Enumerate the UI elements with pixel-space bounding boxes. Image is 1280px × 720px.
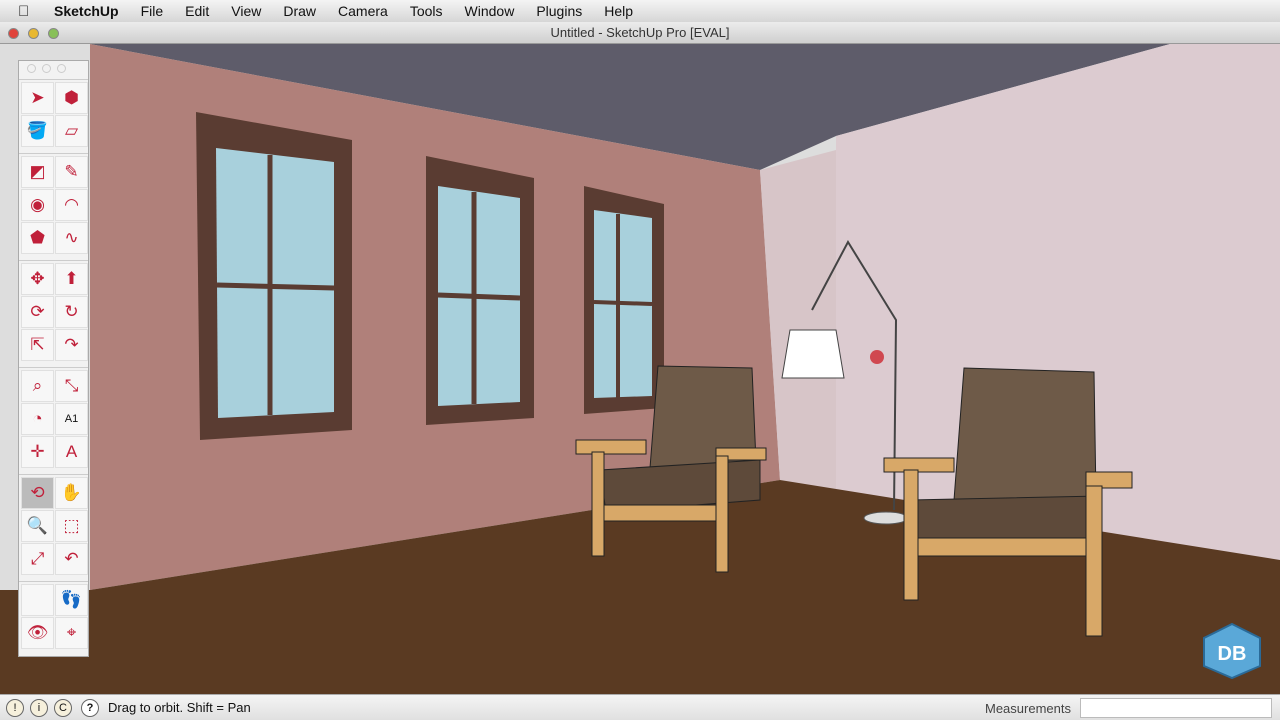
move-icon[interactable]: ✥ (21, 263, 54, 295)
measurements-label: Measurements (985, 701, 1071, 716)
orbit-cursor-icon (870, 350, 884, 364)
menu-draw[interactable]: Draw (283, 3, 316, 19)
tool-group: ◩ ✎ ◉ ◠ ⬟ ∿ (19, 153, 88, 256)
menu-edit[interactable]: Edit (185, 3, 209, 19)
menu-file[interactable]: File (141, 3, 164, 19)
measurements-input[interactable] (1080, 698, 1272, 718)
menu-window[interactable]: Window (465, 3, 515, 19)
status-bar: ! i C ? Drag to orbit. Shift = Pan Measu… (0, 694, 1280, 720)
status-text: Drag to orbit. Shift = Pan (108, 700, 251, 715)
paint-bucket-icon[interactable]: 🪣 (21, 115, 54, 147)
menu-bar:  SketchUp File Edit View Draw Camera To… (0, 0, 1280, 22)
tool-group: 👣 👁 ⌖ (19, 581, 88, 651)
blank-icon[interactable] (21, 584, 54, 616)
large-tool-set-palette: ➤ ⬢ 🪣 ▱ ◩ ✎ ◉ ◠ ⬟ ∿ ✥ ⬆ ⟳ ↻ ⇱ ↷ ⌕ ⤡ ◔ A1 ✛ A ⟲ ✋ 🔍 ⬚ ⤢ ↶ 👣 👁 ⌖ (18, 60, 89, 657)
look-around-icon[interactable]: 👁 (21, 617, 54, 649)
zoom-window-icon[interactable]: ⬚ (55, 510, 88, 542)
pan-icon[interactable]: ✋ (55, 477, 88, 509)
help-icon[interactable]: ? (81, 699, 99, 717)
3d-scene (0, 44, 1280, 694)
polygon-icon[interactable]: ⬟ (21, 222, 54, 254)
window (584, 186, 664, 414)
protractor-icon[interactable]: ◔ (21, 403, 54, 435)
minimize-button[interactable] (28, 28, 39, 39)
follow-me-icon[interactable]: ↻ (55, 296, 88, 328)
select-icon[interactable]: ➤ (21, 82, 54, 114)
menu-app[interactable]: SketchUp (54, 3, 119, 19)
arc-icon[interactable]: ◠ (55, 189, 88, 221)
tool-group: ⟲ ✋ 🔍 ⬚ ⤢ ↶ (19, 474, 88, 577)
apple-menu-icon[interactable]:  (18, 3, 38, 20)
make-component-icon[interactable]: ⬢ (55, 82, 88, 114)
close-button[interactable] (8, 28, 19, 39)
title-bar: Untitled - SketchUp Pro [EVAL] (0, 22, 1280, 44)
offset-icon[interactable]: ↷ (55, 329, 88, 361)
geo-location-icon[interactable]: ! (6, 699, 24, 717)
axes-icon[interactable]: ✛ (21, 436, 54, 468)
eraser-icon[interactable]: ▱ (55, 115, 88, 147)
push-pull-icon[interactable]: ⬆ (55, 263, 88, 295)
tool-group: ⌕ ⤡ ◔ A1 ✛ A (19, 367, 88, 470)
menu-plugins[interactable]: Plugins (536, 3, 582, 19)
rectangle-icon[interactable]: ◩ (21, 156, 54, 188)
rotate-icon[interactable]: ⟳ (21, 296, 54, 328)
svg-text:DB: DB (1218, 643, 1247, 665)
position-camera-icon[interactable]: ⌖ (55, 617, 88, 649)
window (426, 156, 534, 425)
zoom-extents-icon[interactable]: ⤢ (21, 543, 54, 575)
copyright-icon[interactable]: C (54, 699, 72, 717)
menu-view[interactable]: View (231, 3, 261, 19)
3d-text-icon[interactable]: A (55, 436, 88, 468)
freehand-icon[interactable]: ∿ (55, 222, 88, 254)
zoom-button[interactable] (48, 28, 59, 39)
tool-group: ✥ ⬆ ⟳ ↻ ⇱ ↷ (19, 260, 88, 363)
tape-measure-icon[interactable]: ⌕ (21, 370, 54, 402)
menu-help[interactable]: Help (604, 3, 633, 19)
previous-view-icon[interactable]: ↶ (55, 543, 88, 575)
text-icon[interactable]: A1 (55, 403, 88, 435)
window-title: Untitled - SketchUp Pro [EVAL] (550, 25, 730, 40)
line-icon[interactable]: ✎ (55, 156, 88, 188)
menu-tools[interactable]: Tools (410, 3, 443, 19)
sketchup-logo-icon: DB (1202, 622, 1262, 680)
dimension-icon[interactable]: ⤡ (55, 370, 88, 402)
drawing-viewport[interactable] (0, 44, 1280, 694)
window (196, 112, 352, 440)
circle-icon[interactable]: ◉ (21, 189, 54, 221)
tool-group: ➤ ⬢ 🪣 ▱ (19, 79, 88, 149)
walk-icon[interactable]: 👣 (55, 584, 88, 616)
orbit-icon[interactable]: ⟲ (21, 477, 54, 509)
credits-icon[interactable]: i (30, 699, 48, 717)
zoom-icon[interactable]: 🔍 (21, 510, 54, 542)
scale-icon[interactable]: ⇱ (21, 329, 54, 361)
menu-camera[interactable]: Camera (338, 3, 388, 19)
palette-window-controls (19, 61, 88, 75)
